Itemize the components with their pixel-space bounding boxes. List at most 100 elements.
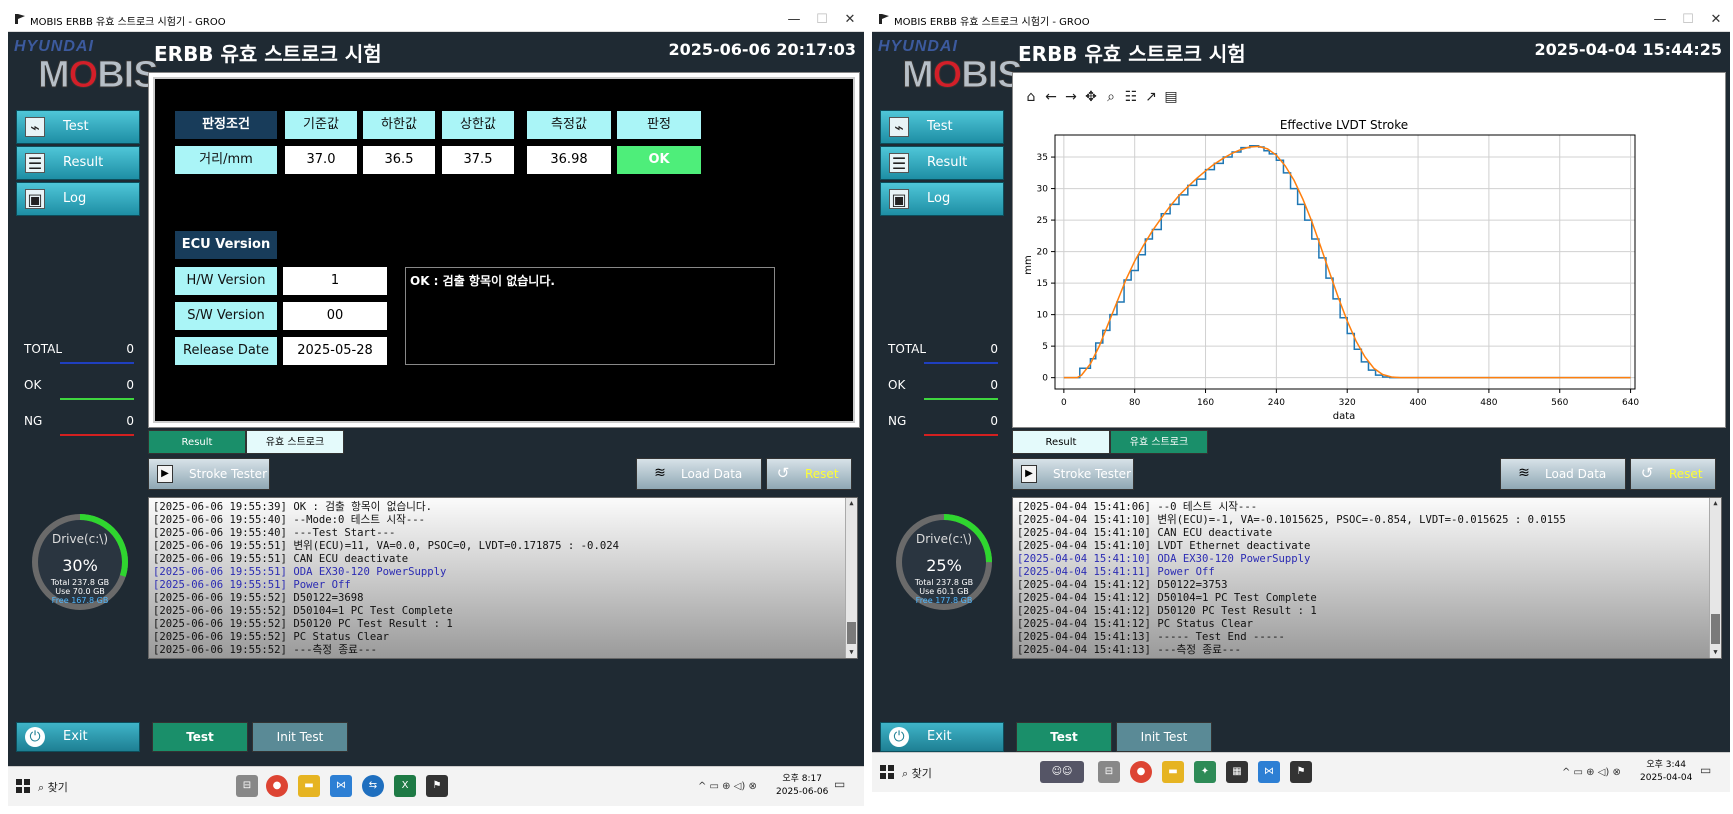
- title-bar[interactable]: MOBIS ERBB 유효 스트로크 시험기 - GROO — ☐ ✕: [872, 8, 1730, 32]
- title-bar[interactable]: MOBIS ERBB 유효 스트로크 시험기 - GROO — ☐ ✕: [8, 8, 864, 32]
- vscode-icon[interactable]: ⋈: [330, 775, 352, 797]
- bottom-tab-init-test[interactable]: Init Test: [1116, 722, 1212, 752]
- log-line: [2025-04-04 15:41:11] Power Off: [1017, 566, 1215, 578]
- x-tick-label: 160: [1197, 398, 1214, 408]
- result-display: 판정조건 기준값 하한값 상한값 측정값 판정 거리/mm 37.0 36.5 …: [153, 77, 855, 423]
- maximize-button[interactable]: ☐: [1674, 10, 1702, 30]
- judge-header-result: 판정: [617, 111, 701, 139]
- stroke-chart: Effective LVDT Stroke data mm 0 80 160 240 3…: [1023, 118, 1639, 422]
- nav-result-button[interactable]: ☰ Result: [880, 146, 1004, 180]
- scroll-up-arrow[interactable]: ▲: [846, 498, 857, 509]
- windows-start-icon[interactable]: [16, 779, 30, 793]
- windows-start-icon[interactable]: [880, 765, 894, 779]
- log-line: [2025-04-04 15:41:10] LVDT Ethernet deac…: [1017, 540, 1311, 552]
- scroll-thumb[interactable]: [1711, 614, 1720, 644]
- system-tray-icons[interactable]: ^ ▭ ⊕ ◁) ⊗: [698, 781, 757, 792]
- window-title: MOBIS ERBB 유효 스트로크 시험기 - GROO: [30, 17, 226, 28]
- stroke-chart-panel: ⌂ ← → ✥ ⌕ ☷ ↗ ▤ Effective LVDT Stroke data mm 0…: [1012, 72, 1726, 428]
- scroll-down-arrow[interactable]: ▼: [846, 647, 857, 658]
- tab-effective-stroke[interactable]: 유효 스트로크: [246, 430, 344, 454]
- scroll-up-arrow[interactable]: ▲: [1710, 498, 1721, 509]
- system-tray-icons[interactable]: ^ ▭ ⊕ ◁) ⊗: [1562, 767, 1621, 778]
- judge-row-label: 거리/mm: [175, 146, 277, 174]
- taskbar-search[interactable]: ⌕ 찾기: [902, 765, 932, 781]
- maximize-button[interactable]: ☐: [808, 10, 836, 30]
- left-panel: HYUNDAI MOBIS ⌁ Test ☰ Result ▣ Log TOTAL 0 …: [872, 32, 1023, 754]
- task-view-icon[interactable]: ⊟: [236, 775, 258, 797]
- tab-result[interactable]: Result: [148, 430, 246, 454]
- user-avatars-icon[interactable]: ☺☺: [1040, 761, 1084, 783]
- chrome-icon[interactable]: ●: [1130, 761, 1152, 783]
- inspection-message: OK : 검출 항목이 없습니다.: [405, 267, 775, 365]
- reset-button[interactable]: ↺ Reset: [1630, 458, 1716, 490]
- judge-result-badge: OK: [617, 146, 701, 174]
- groo-app-icon[interactable]: ⚑: [1290, 761, 1312, 783]
- exit-button[interactable]: ⏻ Exit: [16, 722, 140, 752]
- tab-effective-stroke[interactable]: 유효 스트로크: [1110, 430, 1208, 454]
- y-tick-label: 20: [1037, 248, 1049, 258]
- log-line: [2025-06-06 19:55:51] CAN ECU deactivate: [153, 553, 409, 565]
- notification-icon[interactable]: ▭: [834, 777, 845, 791]
- taskbar-clock[interactable]: 오후 8:17 2025-06-06: [776, 773, 828, 799]
- chip-app-icon[interactable]: ▦: [1226, 761, 1248, 783]
- load-data-button[interactable]: ≋ Load Data: [1500, 458, 1626, 490]
- nav-log-button[interactable]: ▣ Log: [16, 182, 140, 216]
- groo-app-icon[interactable]: ⚑: [426, 775, 448, 797]
- log-line: [2025-06-06 19:55:51] ODA EX30-120 Power…: [153, 566, 447, 578]
- result-panel: 판정조건 기준값 하한값 상한값 측정값 판정 거리/mm 37.0 36.5 …: [148, 72, 860, 428]
- log-console[interactable]: [2025-06-06 19:55:39] OK : 검출 항목이 없습니다.[…: [148, 497, 858, 659]
- judge-header-upper: 상한값: [442, 111, 514, 139]
- nav-result-button[interactable]: ☰ Result: [16, 146, 140, 180]
- close-button[interactable]: ✕: [1702, 10, 1730, 30]
- minimize-button[interactable]: —: [780, 10, 808, 30]
- bottom-tab-test[interactable]: Test: [1016, 722, 1112, 752]
- drive-gauge: Drive(c:\) 30% Total 237.8 GB Use 70.0 G…: [30, 512, 130, 612]
- play-icon: ▶: [1021, 465, 1037, 483]
- log-line: [2025-06-06 19:55:40] --Mode:0 테스트 시작---: [153, 514, 425, 526]
- file-explorer-icon[interactable]: ▬: [298, 775, 320, 797]
- scroll-thumb[interactable]: [847, 622, 856, 644]
- log-line: [2025-06-06 19:55:51] Power Off: [153, 579, 351, 591]
- load-data-button[interactable]: ≋ Load Data: [636, 458, 762, 490]
- chrome-icon[interactable]: ●: [266, 775, 288, 797]
- tab-result[interactable]: Result: [1012, 430, 1110, 454]
- taskbar-clock[interactable]: 오후 3:44 2025-04-04: [1640, 759, 1692, 785]
- x-tick-label: 400: [1409, 398, 1426, 408]
- mobis-logo: MOBIS: [38, 54, 160, 97]
- drive-percent: 30%: [62, 556, 98, 575]
- tool-app-icon[interactable]: ✦: [1194, 761, 1216, 783]
- log-scrollbar[interactable]: ▲ ▼: [1709, 498, 1721, 658]
- bottom-tab-test[interactable]: Test: [152, 722, 248, 752]
- log-scrollbar[interactable]: ▲ ▼: [845, 498, 857, 658]
- standard-value: 37.0: [285, 146, 357, 174]
- minimize-button[interactable]: —: [1646, 10, 1674, 30]
- taskbar-search[interactable]: ⌕ 찾기: [38, 779, 68, 795]
- drive-gauge: Drive(c:\) 25% Total 237.8 GB Use 60.1 G…: [894, 512, 994, 612]
- close-button[interactable]: ✕: [836, 10, 864, 30]
- nav-test-button[interactable]: ⌁ Test: [880, 110, 1004, 144]
- file-explorer-icon[interactable]: ▬: [1162, 761, 1184, 783]
- remote-app-icon[interactable]: ⇆: [362, 775, 384, 797]
- scroll-down-arrow[interactable]: ▼: [1710, 647, 1721, 658]
- page-title: ERBB 유효 스트로크 시험: [154, 42, 382, 66]
- x-tick-label: 480: [1480, 398, 1497, 408]
- task-view-icon[interactable]: ⊟: [1098, 761, 1120, 783]
- list-icon: ☰: [889, 153, 909, 173]
- nav-log-button[interactable]: ▣ Log: [880, 182, 1004, 216]
- log-console[interactable]: [2025-04-04 15:41:06] --0 테스트 시작--- [2025…: [1012, 497, 1722, 659]
- notification-icon[interactable]: ▭: [1700, 763, 1711, 777]
- log-line: [2025-04-04 15:41:10] 변위(ECU)=-1, VA=-0.…: [1017, 514, 1566, 526]
- reset-button[interactable]: ↺ Reset: [766, 458, 852, 490]
- app-icon: [879, 14, 889, 24]
- judge-header-lower: 하한값: [363, 111, 435, 139]
- stroke-tester-button[interactable]: ▶ Stroke Tester: [148, 458, 270, 490]
- stroke-tester-button[interactable]: ▶ Stroke Tester: [1012, 458, 1134, 490]
- vscode-icon[interactable]: ⋈: [1258, 761, 1280, 783]
- nav-test-button[interactable]: ⌁ Test: [16, 110, 140, 144]
- bottom-tab-init-test[interactable]: Init Test: [252, 722, 348, 752]
- y-tick-label: 0: [1042, 374, 1048, 384]
- app-body: HYUNDAI MOBIS ⌁ Test ☰ Result ▣ Log TOTAL 0 …: [872, 32, 1730, 754]
- log-line: [2025-06-06 19:55:51] 변위(ECU)=11, VA=0.0…: [153, 540, 619, 552]
- excel-icon[interactable]: X: [394, 775, 416, 797]
- exit-button[interactable]: ⏻ Exit: [880, 722, 1004, 752]
